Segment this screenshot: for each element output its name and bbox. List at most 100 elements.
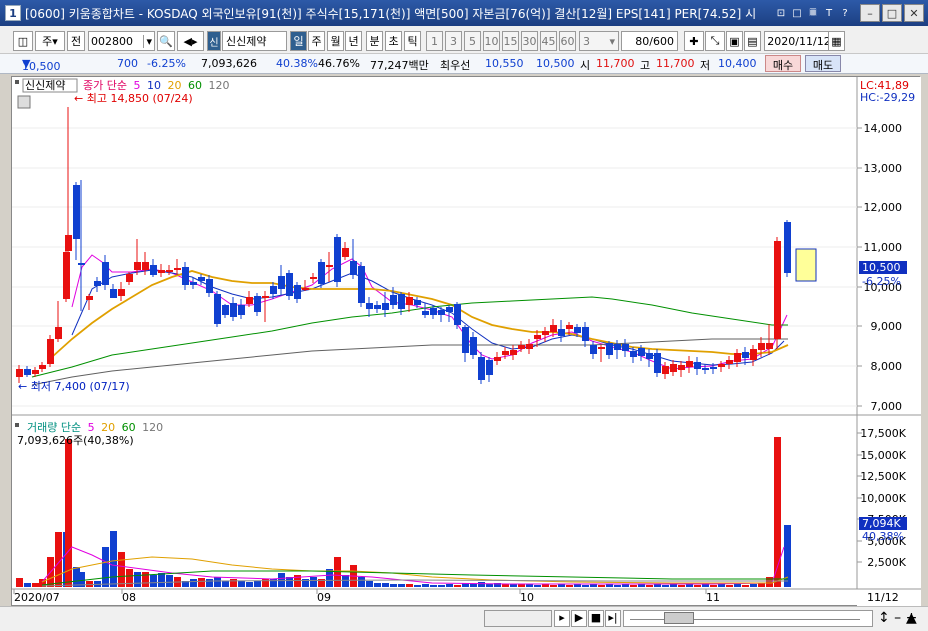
volume-bar bbox=[614, 585, 621, 587]
date-field[interactable]: 2020/11/12 bbox=[764, 31, 834, 51]
interval-15[interactable]: 15 bbox=[502, 31, 519, 51]
scroll-right-icon[interactable]: ▸ bbox=[554, 610, 570, 627]
prev-button[interactable]: 전 bbox=[67, 31, 85, 51]
end-icon[interactable]: ▸| bbox=[605, 610, 621, 627]
vma60-label: 60 bbox=[122, 421, 136, 434]
add-indicator-icon[interactable]: ✚ bbox=[684, 31, 704, 51]
dropdown-arrow-icon[interactable]: ▾ bbox=[143, 34, 154, 48]
max-price-label: ← 최고 14,850 (07/24) bbox=[74, 92, 193, 105]
volume-bar bbox=[150, 575, 157, 587]
sell-button[interactable]: 매도 bbox=[805, 55, 841, 72]
x-tick-label: 11/12 bbox=[867, 591, 899, 604]
tab-month[interactable]: 월 bbox=[327, 31, 344, 51]
buy-button[interactable]: 매수 bbox=[765, 55, 801, 72]
interval-3[interactable]: 3 bbox=[445, 31, 462, 51]
candle-body bbox=[590, 345, 597, 354]
volume-bar bbox=[582, 585, 589, 587]
zoom-slider[interactable] bbox=[623, 610, 873, 627]
main-dropdown[interactable]: 주 ▾ bbox=[35, 31, 65, 51]
tab-tick[interactable]: 틱 bbox=[404, 31, 421, 51]
tab-week[interactable]: 주 bbox=[308, 31, 325, 51]
zoom-slider-thumb[interactable] bbox=[664, 612, 694, 624]
volume-bar bbox=[734, 584, 741, 587]
volume-bar bbox=[382, 583, 389, 587]
legend-marker bbox=[15, 80, 19, 84]
price-tick-label: 11,000 bbox=[864, 241, 903, 254]
stock-code-input[interactable]: 002800 ▾ bbox=[88, 31, 155, 51]
pin-icon[interactable]: 𝄜 bbox=[806, 6, 820, 20]
candle-body bbox=[55, 327, 62, 339]
save-icon[interactable]: ▣ bbox=[726, 31, 743, 51]
interval-30[interactable]: 30 bbox=[521, 31, 538, 51]
candle-body bbox=[502, 351, 509, 355]
close-button[interactable]: ✕ bbox=[904, 4, 924, 22]
volume-bar bbox=[24, 583, 31, 587]
tab-year[interactable]: 년 bbox=[345, 31, 362, 51]
play-icon[interactable]: ▶ bbox=[571, 610, 587, 627]
search-icon[interactable]: 🔍 bbox=[157, 31, 175, 51]
interval-1[interactable]: 1 bbox=[426, 31, 443, 51]
stock-name-field[interactable]: 신신제약 bbox=[222, 31, 287, 51]
tab-minute[interactable]: 분 bbox=[366, 31, 383, 51]
custom-interval-select[interactable]: 3 ▾ bbox=[579, 31, 619, 51]
volume-tick-label: 2,500K bbox=[867, 556, 906, 569]
candle-body bbox=[784, 222, 791, 273]
candle-body bbox=[174, 268, 181, 270]
grid-toggle-icon[interactable] bbox=[17, 95, 31, 109]
volume-bar bbox=[742, 585, 749, 587]
quote-bar: 10,500 ▼ 700 -6.25% 7,093,626 40.38% 46.… bbox=[0, 54, 928, 74]
candle-body bbox=[150, 265, 157, 275]
candle-body bbox=[510, 350, 517, 355]
interval-10[interactable]: 10 bbox=[483, 31, 500, 51]
candle-body bbox=[678, 365, 685, 370]
candle-body bbox=[65, 235, 72, 251]
tab-day[interactable]: 일 bbox=[290, 31, 307, 51]
expand-icon[interactable]: ▲ bbox=[906, 610, 917, 626]
candle-body bbox=[238, 305, 245, 315]
candle-body bbox=[16, 369, 23, 377]
help-icon[interactable]: ? bbox=[838, 6, 852, 20]
volume-bar bbox=[214, 577, 221, 587]
maximize-button[interactable]: □ bbox=[882, 4, 902, 22]
calendar-icon[interactable]: ▦ bbox=[828, 31, 845, 51]
volume-tick-label: 15,000K bbox=[860, 449, 906, 462]
volume-bar bbox=[710, 585, 717, 587]
speaker-icon[interactable]: ◀▸ bbox=[177, 31, 204, 51]
candle-body bbox=[606, 343, 613, 355]
draw-line-icon[interactable]: ⤡ bbox=[705, 31, 725, 51]
interval-5[interactable]: 5 bbox=[464, 31, 481, 51]
interval-45[interactable]: 45 bbox=[540, 31, 557, 51]
minimize-button[interactable]: – bbox=[860, 4, 880, 22]
stock-chart[interactable]: 14,00013,00012,00011,00010,0009,0008,000… bbox=[12, 77, 921, 607]
candle-body bbox=[662, 366, 669, 374]
tab-second[interactable]: 초 bbox=[385, 31, 402, 51]
volume-bar bbox=[446, 584, 453, 587]
chart-menu-icon[interactable]: ◫ bbox=[13, 31, 33, 51]
candle-body bbox=[158, 270, 165, 273]
current-price-text: 10,500 bbox=[862, 261, 901, 274]
chart-area[interactable]: 14,000 13,000 12,000 11,000 10,000 9,000 8,000… bbox=[11, 76, 921, 607]
candle-body bbox=[582, 327, 589, 341]
candle-body bbox=[534, 335, 541, 339]
restore-icon[interactable]: ⊡ bbox=[774, 6, 788, 20]
quote-change: 700 bbox=[117, 57, 138, 70]
settings-icon[interactable]: ▤ bbox=[744, 31, 761, 51]
candle-body bbox=[518, 345, 525, 349]
volume-bar bbox=[630, 585, 637, 587]
scroll-track[interactable] bbox=[484, 610, 552, 627]
interval-60[interactable]: 60 bbox=[559, 31, 576, 51]
candle-body bbox=[438, 310, 445, 315]
volume-bar bbox=[438, 585, 445, 587]
candle-body bbox=[190, 282, 197, 285]
count-field[interactable]: 80/600 bbox=[621, 31, 678, 51]
volume-legend-marker bbox=[15, 423, 19, 427]
frame-icon[interactable]: □ bbox=[790, 6, 804, 20]
candle-body bbox=[414, 300, 421, 305]
candle-body bbox=[86, 296, 93, 300]
text-icon[interactable]: T bbox=[822, 6, 836, 20]
volume-tick-label: 17,500K bbox=[860, 427, 906, 440]
candle-body bbox=[166, 270, 173, 272]
stop-icon[interactable]: ■ bbox=[588, 610, 604, 627]
candle-body bbox=[622, 344, 629, 351]
price-tick-label: 8,000 bbox=[871, 360, 903, 373]
